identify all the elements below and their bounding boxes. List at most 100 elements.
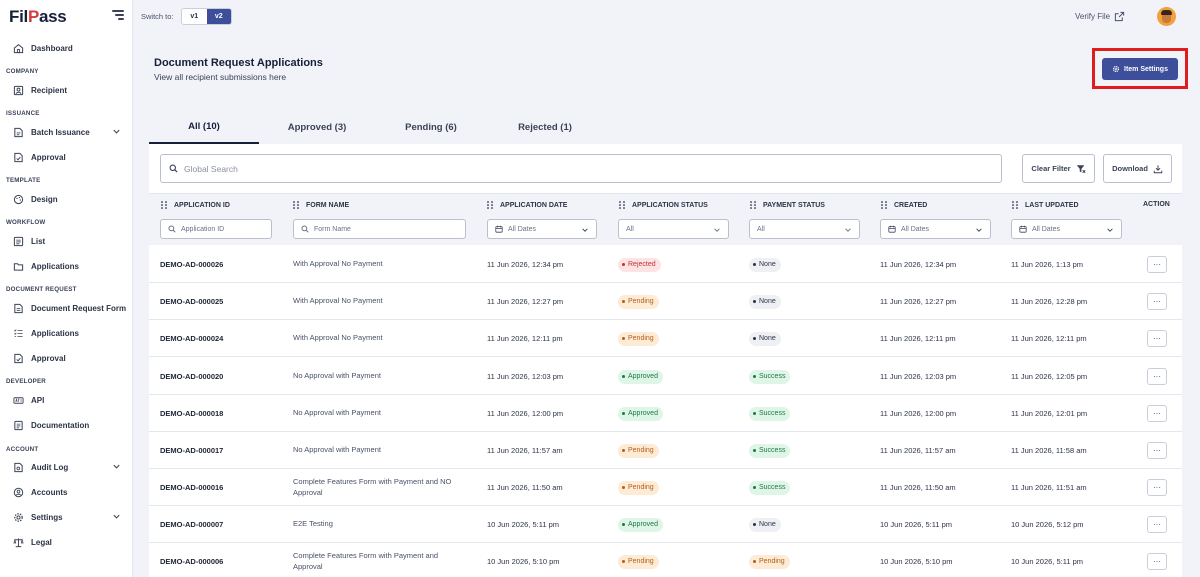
table-row[interactable]: DEMO-AD-000007 E2E Testing 10 Jun 2026, … (149, 506, 1182, 543)
column-header-created[interactable]: CREATED (881, 201, 927, 209)
drag-handle-icon[interactable] (293, 201, 299, 209)
search-placeholder: Global Search (184, 163, 238, 174)
chevron-down-icon (1107, 228, 1113, 232)
download-icon (1153, 164, 1163, 173)
chevron-down-icon[interactable] (112, 512, 121, 521)
form-name-filter-input[interactable]: Form Name (293, 219, 466, 239)
tab-pending[interactable]: Pending (6) (375, 110, 487, 144)
application-id-cell[interactable]: DEMO-AD-000006 (160, 543, 223, 577)
section-developer: DEVELOPER (6, 378, 46, 385)
sidebar-item-dr-approval[interactable]: Approval (12, 348, 127, 368)
filpass-logo[interactable]: FilPass (9, 7, 67, 27)
column-header-application-date[interactable]: APPLICATION DATE (487, 201, 567, 209)
form-name-cell: E2E Testing (293, 519, 333, 529)
tab-rejected[interactable]: Rejected (1) (487, 110, 603, 144)
sidebar-item-api[interactable]: API (12, 390, 127, 410)
sidebar-item-recipient[interactable]: Recipient (12, 80, 127, 100)
column-header-last-updated[interactable]: LAST UPDATED (1012, 201, 1079, 209)
column-header-payment-status[interactable]: PAYMENT STATUS (750, 201, 825, 209)
payment-status-badge: Success (749, 443, 791, 458)
application-id-cell[interactable]: DEMO-AD-000007 (160, 506, 223, 543)
row-actions-button[interactable]: ··· (1147, 256, 1167, 273)
switch-label: Switch to: (141, 12, 174, 21)
applications-card: Global Search Clear Filter Download APPL… (149, 144, 1182, 577)
drag-handle-icon[interactable] (881, 201, 887, 209)
clear-filter-button[interactable]: Clear Filter (1022, 154, 1095, 183)
application-status-filter-select[interactable]: All (618, 219, 729, 239)
sidebar-item-audit-log[interactable]: Audit Log (12, 457, 127, 477)
last-updated-filter-select[interactable]: All Dates (1011, 219, 1122, 239)
table-row[interactable]: DEMO-AD-000017 No Approval with Payment … (149, 432, 1182, 469)
drag-handle-icon[interactable] (750, 201, 756, 209)
chevron-down-icon[interactable] (112, 462, 121, 471)
application-id-cell[interactable]: DEMO-AD-000017 (160, 432, 223, 469)
verify-file-link[interactable]: Verify File (1075, 11, 1125, 22)
sidebar-item-applications[interactable]: Applications (12, 256, 127, 276)
drag-handle-icon[interactable] (1012, 201, 1018, 209)
created-filter-select[interactable]: All Dates (880, 219, 991, 239)
table-row[interactable]: DEMO-AD-000018 No Approval with Payment … (149, 395, 1182, 432)
application-id-cell[interactable]: DEMO-AD-000018 (160, 395, 223, 432)
table-row[interactable]: DEMO-AD-000024 With Approval No Payment … (149, 320, 1182, 357)
application-status-badge: Approved (618, 406, 663, 421)
sidebar-item-document-request-form[interactable]: Document Request Form (12, 298, 127, 318)
last-updated-cell: 11 Jun 2026, 12:05 pm (1011, 372, 1088, 381)
sidebar-item-label: Approval (31, 353, 66, 363)
chevron-down-icon[interactable] (112, 127, 121, 136)
tab-all[interactable]: All (10) (149, 110, 259, 144)
application-date-cell: 11 Jun 2026, 11:50 am (487, 483, 563, 492)
version-v2-button[interactable]: v2 (206, 9, 231, 24)
application-id-cell[interactable]: DEMO-AD-000024 (160, 320, 223, 357)
row-actions-button[interactable]: ··· (1147, 330, 1167, 347)
application-id-cell[interactable]: DEMO-AD-000016 (160, 469, 223, 506)
row-actions-button[interactable]: ··· (1147, 442, 1167, 459)
row-actions-button[interactable]: ··· (1147, 293, 1167, 310)
payment-status-filter-select[interactable]: All (749, 219, 860, 239)
sidebar-item-approval[interactable]: Approval (12, 147, 127, 167)
avatar[interactable] (1157, 7, 1176, 26)
filter-value: All (757, 225, 765, 233)
download-button[interactable]: Download (1103, 154, 1172, 183)
row-actions-button[interactable]: ··· (1147, 516, 1167, 533)
sidebar-item-dr-applications[interactable]: Applications (12, 323, 127, 343)
application-id-cell[interactable]: DEMO-AD-000020 (160, 358, 223, 395)
drag-handle-icon[interactable] (487, 201, 493, 209)
sidebar-item-dashboard[interactable]: Dashboard (12, 38, 127, 58)
application-id-cell[interactable]: DEMO-AD-000025 (160, 283, 223, 320)
tab-approved[interactable]: Approved (3) (259, 110, 375, 144)
drag-handle-icon[interactable] (161, 201, 167, 209)
application-date-filter-select[interactable]: All Dates (487, 219, 597, 239)
drag-handle-icon[interactable] (619, 201, 625, 209)
table-row[interactable]: DEMO-AD-000006 Complete Features Form wi… (149, 543, 1182, 577)
column-label: PAYMENT STATUS (763, 201, 825, 209)
table-row[interactable]: DEMO-AD-000016 Complete Features Form wi… (149, 469, 1182, 506)
sidebar-item-accounts[interactable]: Accounts (12, 482, 127, 502)
row-actions-button[interactable]: ··· (1147, 479, 1167, 496)
column-label: APPLICATION STATUS (632, 201, 708, 209)
sidebar-item-settings[interactable]: Settings (12, 507, 127, 527)
created-cell: 11 Jun 2026, 12:11 pm (880, 334, 956, 343)
sidebar-item-documentation[interactable]: Documentation (12, 415, 127, 435)
sidebar-item-batch-issuance[interactable]: Batch Issuance (12, 122, 127, 142)
global-search-input[interactable]: Global Search (160, 154, 1002, 183)
item-settings-button[interactable]: Item Settings (1102, 58, 1178, 80)
sidebar-item-label: Accounts (31, 487, 68, 497)
sidebar-item-design[interactable]: Design (12, 189, 127, 209)
menu-collapse-icon[interactable] (112, 10, 124, 20)
column-header-application-id[interactable]: APPLICATION ID (161, 201, 230, 209)
list-icon (12, 235, 24, 247)
form-name-cell: Complete Features Form with Payment and … (293, 551, 439, 571)
application-id-cell[interactable]: DEMO-AD-000026 (160, 246, 223, 283)
version-v1-button[interactable]: v1 (182, 9, 207, 24)
sidebar-item-legal[interactable]: Legal (12, 532, 127, 552)
table-row[interactable]: DEMO-AD-000025 With Approval No Payment … (149, 283, 1182, 320)
column-header-form-name[interactable]: FORM NAME (293, 201, 349, 209)
column-header-application-status[interactable]: APPLICATION STATUS (619, 201, 708, 209)
sidebar-item-list[interactable]: List (12, 231, 127, 251)
table-row[interactable]: DEMO-AD-000026 With Approval No Payment … (149, 246, 1182, 283)
table-row[interactable]: DEMO-AD-000020 No Approval with Payment … (149, 358, 1182, 395)
row-actions-button[interactable]: ··· (1147, 368, 1167, 385)
application-id-filter-input[interactable]: Application ID (160, 219, 272, 239)
row-actions-button[interactable]: ··· (1147, 405, 1167, 422)
row-actions-button[interactable]: ··· (1147, 553, 1167, 570)
